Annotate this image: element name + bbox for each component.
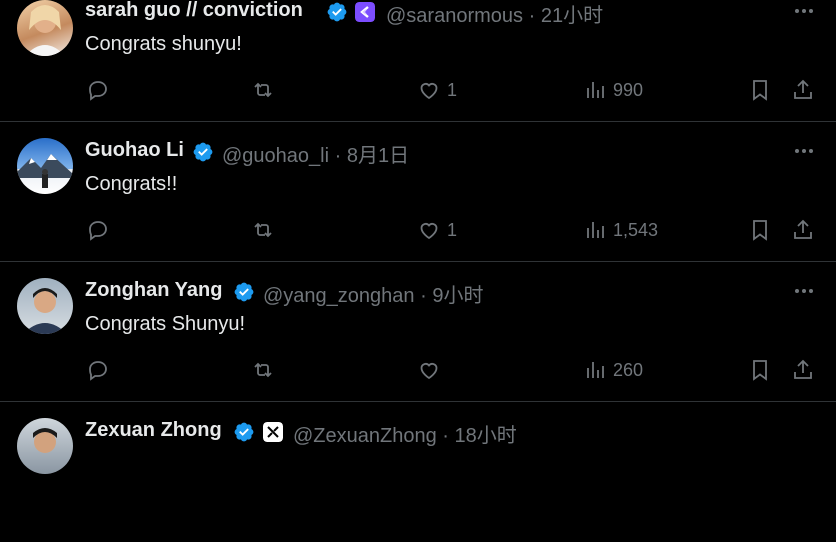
bookmark-button[interactable] <box>748 218 772 242</box>
view-count: 990 <box>613 79 644 100</box>
avatar-photo-icon <box>23 288 67 334</box>
display-name[interactable]: Zexuan Zhong <box>85 419 222 442</box>
handle-meta: @saranormous · 21小时 <box>386 0 603 28</box>
tweet-text: Congrats!! <box>85 173 178 195</box>
share-icon <box>794 359 812 379</box>
tweet-text: Congrats shunyu! <box>85 33 242 55</box>
avatar-photo-icon <box>25 5 65 56</box>
views-button[interactable]: 260 <box>583 358 643 382</box>
avatar[interactable] <box>17 138 73 194</box>
tweet-text: Congrats Shunyu! <box>85 313 246 335</box>
views-button[interactable]: 990 <box>583 78 643 102</box>
retweet-button[interactable] <box>251 78 275 102</box>
reply-button[interactable] <box>86 78 110 102</box>
retweet-button[interactable] <box>251 358 275 382</box>
heart-icon <box>420 223 438 240</box>
reply-button[interactable] <box>86 358 110 382</box>
share-button[interactable] <box>791 78 815 102</box>
display-name[interactable]: Guohao Li <box>85 139 184 162</box>
bookmark-button[interactable] <box>748 358 772 382</box>
more-options-icon[interactable] <box>792 279 816 303</box>
handle-meta: @ZexuanZhong · 18小时 <box>293 419 517 448</box>
timestamp[interactable]: 21小时 <box>541 5 603 27</box>
xai-badge-icon[interactable] <box>263 422 283 442</box>
reply-button[interactable] <box>86 218 110 242</box>
handle-meta: @yang_zonghan · 9小时 <box>263 279 483 308</box>
reply-icon <box>89 81 107 101</box>
avatar[interactable] <box>17 278 73 334</box>
verified-badge-icon[interactable] <box>233 281 255 303</box>
separator: · <box>334 145 342 167</box>
conviction-badge-icon[interactable] <box>355 2 375 22</box>
display-name[interactable]: sarah guo // conviction <box>85 0 303 22</box>
more-options-icon[interactable] <box>792 139 816 163</box>
views-chart-icon <box>587 362 604 378</box>
retweet-icon <box>254 222 272 238</box>
avatar-photo-icon <box>17 154 73 188</box>
share-icon <box>794 219 812 239</box>
separator: · <box>528 5 536 27</box>
handle[interactable]: @yang_zonghan <box>263 285 415 307</box>
like-button[interactable] <box>417 358 447 382</box>
like-button[interactable]: 1 <box>417 78 457 102</box>
tweet[interactable]: sarah guo // conviction @saranormous · 2… <box>0 0 836 122</box>
separator: · <box>420 285 427 307</box>
timestamp[interactable]: 8月1日 <box>347 145 409 167</box>
timestamp[interactable]: 18小时 <box>455 425 517 447</box>
handle-meta: @guohao_li · 8月1日 <box>222 139 409 168</box>
tweet[interactable]: Zonghan Yang @yang_zonghan · 9小时 Congrat… <box>0 262 836 402</box>
retweet-icon <box>254 82 272 98</box>
avatar[interactable] <box>17 418 73 474</box>
like-button[interactable]: 1 <box>417 218 457 242</box>
like-count: 1 <box>447 79 458 100</box>
handle[interactable]: @ZexuanZhong <box>293 425 437 447</box>
tweet[interactable]: Zexuan Zhong @ZexuanZhong · 18小时 <box>0 402 836 542</box>
heart-icon <box>420 83 438 100</box>
verified-badge-icon[interactable] <box>192 141 214 163</box>
views-button[interactable]: 1,543 <box>583 218 658 242</box>
view-count: 260 <box>613 359 644 380</box>
handle[interactable]: @saranormous <box>386 5 523 27</box>
reply-icon <box>89 361 107 381</box>
avatar[interactable] <box>17 0 73 56</box>
view-count: 1,543 <box>613 219 659 240</box>
avatar-photo-icon <box>33 428 57 453</box>
verified-badge-icon[interactable] <box>326 1 348 23</box>
tweet[interactable]: Guohao Li @guohao_li · 8月1日 Congrats!! 1… <box>0 122 836 262</box>
separator: · <box>442 425 449 447</box>
share-button[interactable] <box>791 218 815 242</box>
reply-icon <box>89 221 107 241</box>
share-button[interactable] <box>791 358 815 382</box>
bookmark-icon <box>753 360 767 381</box>
more-options-icon[interactable] <box>792 0 816 23</box>
views-chart-icon <box>587 222 604 238</box>
views-chart-icon <box>587 82 604 98</box>
bookmark-button[interactable] <box>748 78 772 102</box>
display-name[interactable]: Zonghan Yang <box>85 279 222 302</box>
timestamp[interactable]: 9小时 <box>432 285 483 307</box>
heart-icon <box>420 363 438 380</box>
handle[interactable]: @guohao_li <box>222 145 329 167</box>
share-icon <box>794 79 812 99</box>
retweet-button[interactable] <box>251 218 275 242</box>
like-count: 1 <box>447 219 458 240</box>
retweet-icon <box>254 362 272 378</box>
bookmark-icon <box>753 220 767 241</box>
bookmark-icon <box>753 80 767 101</box>
